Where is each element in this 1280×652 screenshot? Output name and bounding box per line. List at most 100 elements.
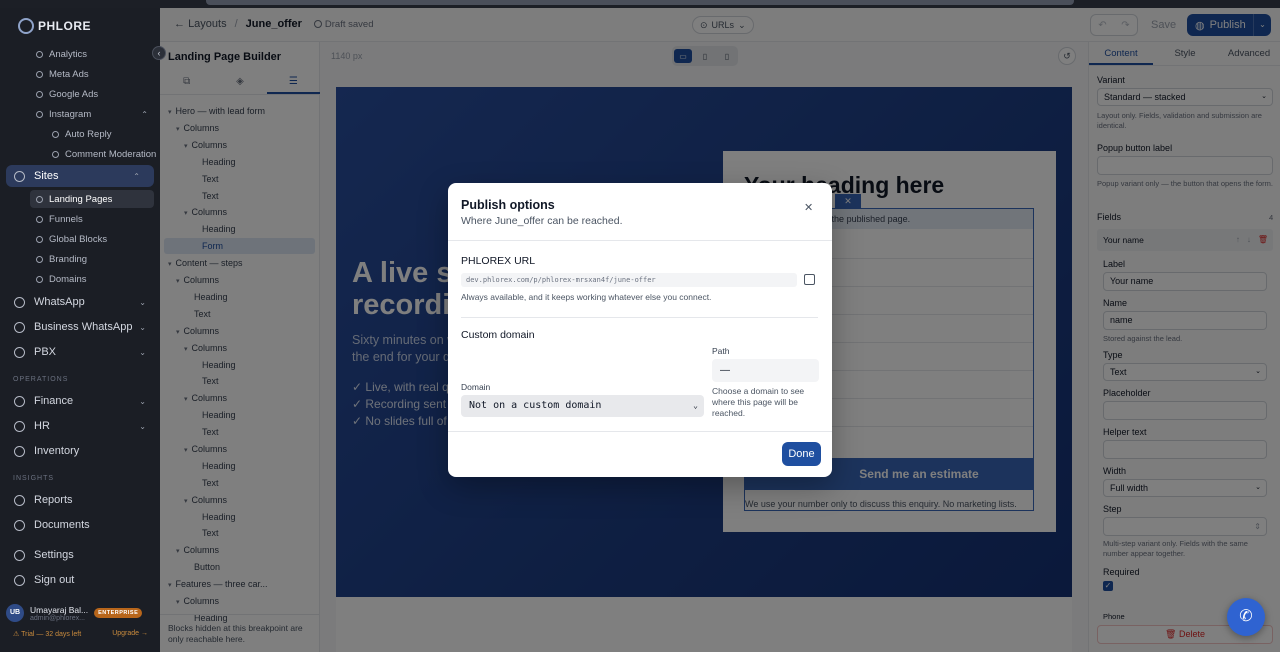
chat-icon xyxy=(52,130,59,138)
nav-label: Funnels xyxy=(49,213,83,225)
nav-label: Reports xyxy=(34,494,73,506)
logo-icon xyxy=(18,18,34,34)
domain-label: Domain xyxy=(461,382,491,392)
nav-label: Documents xyxy=(34,519,90,531)
sidebar-item-sign-out[interactable]: Sign out xyxy=(0,569,160,591)
trial-text: ⚠ Trial — 32 days left xyxy=(13,631,82,638)
nav-label: Meta Ads xyxy=(49,68,89,80)
nav-label: Global Blocks xyxy=(49,233,108,245)
user-name: Umayaraj Bal... xyxy=(30,604,89,615)
sidebar-item-hr[interactable]: HR ⌄ xyxy=(0,415,160,437)
divider xyxy=(448,240,832,241)
nav-label: Business WhatsApp xyxy=(34,321,133,333)
sidebar-item-domains[interactable]: Domains xyxy=(0,270,160,288)
finance-icon xyxy=(14,395,25,407)
sidebar-item-business-whatsapp[interactable]: Business WhatsApp ⌄ xyxy=(0,316,160,338)
sidebar-item-landing-pages[interactable]: Landing Pages xyxy=(30,190,154,208)
nav-label: Inventory xyxy=(34,445,80,457)
top-strip xyxy=(0,0,1280,8)
sidebar-item-reports[interactable]: Reports xyxy=(0,489,160,511)
chevron-down-icon: ⌄ xyxy=(139,297,146,307)
collapse-sidebar-button[interactable]: ‹ xyxy=(152,46,166,60)
nav-label: Sites xyxy=(34,170,59,182)
gear-icon xyxy=(14,549,25,561)
chevron-down-icon: ⌄ xyxy=(139,396,146,406)
chevron-up-icon: ⌃ xyxy=(141,109,148,119)
inventory-icon xyxy=(14,445,25,457)
chevron-down-icon: ⌄ xyxy=(693,401,698,410)
sidebar-item-documents[interactable]: Documents xyxy=(0,514,160,536)
meta-icon xyxy=(36,70,43,78)
chat-icon xyxy=(52,150,59,158)
nav-label: Instagram xyxy=(49,108,92,120)
business-whatsapp-icon xyxy=(14,321,25,333)
google-icon xyxy=(36,90,43,98)
chevron-down-icon: ⌄ xyxy=(139,347,146,357)
sidebar-item-whatsapp[interactable]: WhatsApp ⌄ xyxy=(0,291,160,313)
page-icon xyxy=(36,195,43,203)
section-operations: OPERATIONS xyxy=(13,376,69,383)
nav-label: Google Ads xyxy=(49,88,99,100)
sidebar: PHLORE ‹ Analytics Meta Ads Google Ads Inst… xyxy=(0,8,166,652)
phlorex-url-field[interactable]: dev.phlorex.com/p/phlorex-mrsxan4f/june-… xyxy=(461,273,797,287)
sidebar-item-comment-moderation[interactable]: Comment Moderation xyxy=(0,145,160,163)
nav-label: Domains xyxy=(49,273,87,285)
sidebar-item-finance[interactable]: Finance ⌄ xyxy=(0,390,160,412)
nav-label: Auto Reply xyxy=(65,128,112,140)
sidebar-item-sites[interactable]: Sites ⌃ xyxy=(6,165,154,187)
dialog-subtitle: Where June_offer can be reached. xyxy=(461,215,623,227)
sidebar-item-instagram[interactable]: Instagram ⌃ xyxy=(0,105,160,123)
section-insights: INSIGHTS xyxy=(13,475,55,482)
nav-label: Branding xyxy=(49,253,88,265)
nav-label: PBX xyxy=(34,346,57,358)
documents-icon xyxy=(14,519,25,531)
close-icon[interactable]: ✕ xyxy=(804,201,813,214)
globe-icon xyxy=(14,170,25,182)
dialog-title: Publish options xyxy=(461,198,555,212)
app-logo[interactable]: PHLORE xyxy=(18,18,91,34)
reports-icon xyxy=(14,494,25,506)
nav-label: WhatsApp xyxy=(34,296,85,308)
top-pill xyxy=(206,0,1074,5)
sidebar-item-inventory[interactable]: Inventory xyxy=(0,440,160,462)
sidebar-item-global-blocks[interactable]: Global Blocks xyxy=(0,230,160,248)
analytics-icon xyxy=(36,50,43,58)
sidebar-item-pbx[interactable]: PBX ⌄ xyxy=(0,341,160,363)
sidebar-item-settings[interactable]: Settings xyxy=(0,544,160,566)
pbx-icon xyxy=(14,346,25,358)
nav-label: Sign out xyxy=(34,574,75,586)
sidebar-item-auto-reply[interactable]: Auto Reply xyxy=(0,125,160,143)
sidebar-item-google-ads[interactable]: Google Ads xyxy=(0,85,160,103)
hr-icon xyxy=(14,420,25,432)
page-icon xyxy=(36,235,43,243)
nav-label: Settings xyxy=(34,549,74,561)
sidebar-item-branding[interactable]: Branding xyxy=(0,250,160,268)
upgrade-link[interactable]: Upgrade → xyxy=(112,630,148,638)
phone-icon: ✆ xyxy=(1239,608,1253,625)
nav-label: Finance xyxy=(34,395,74,407)
sidebar-item-meta-ads[interactable]: Meta Ads xyxy=(0,65,160,83)
user-email: admin@phlorex... xyxy=(30,614,85,622)
sidebar-item-analytics[interactable]: Analytics xyxy=(0,45,160,63)
logo-text: PHLORE xyxy=(38,19,92,33)
domain-help: Choose a domain to see where this page w… xyxy=(712,386,805,419)
path-input[interactable]: — xyxy=(712,359,819,382)
page-icon xyxy=(36,215,43,223)
page-icon xyxy=(36,275,43,283)
nav-label: HR xyxy=(34,420,50,432)
sidebar-item-funnels[interactable]: Funnels xyxy=(0,210,160,228)
phone-call-button[interactable]: ✆ xyxy=(1227,598,1265,636)
page-icon xyxy=(36,255,43,263)
trial-bar: ⚠ Trial — 32 days left Upgrade → xyxy=(13,630,148,638)
nav-label: Landing Pages xyxy=(49,193,113,205)
instagram-icon xyxy=(36,110,43,118)
url-section-title: PHLOREX URL xyxy=(461,255,536,267)
sign-out-icon xyxy=(14,574,25,586)
path-label: Path xyxy=(712,346,730,356)
divider xyxy=(448,431,832,432)
copy-icon[interactable] xyxy=(804,274,815,285)
user-profile[interactable]: UB Umayaraj Bal... admin@phlorex... ENTE… xyxy=(6,598,154,628)
nav-label: Comment Moderation xyxy=(65,148,157,160)
domain-select[interactable]: Not on a custom domain ⌄ xyxy=(461,395,704,417)
done-button[interactable]: Done xyxy=(782,442,821,466)
